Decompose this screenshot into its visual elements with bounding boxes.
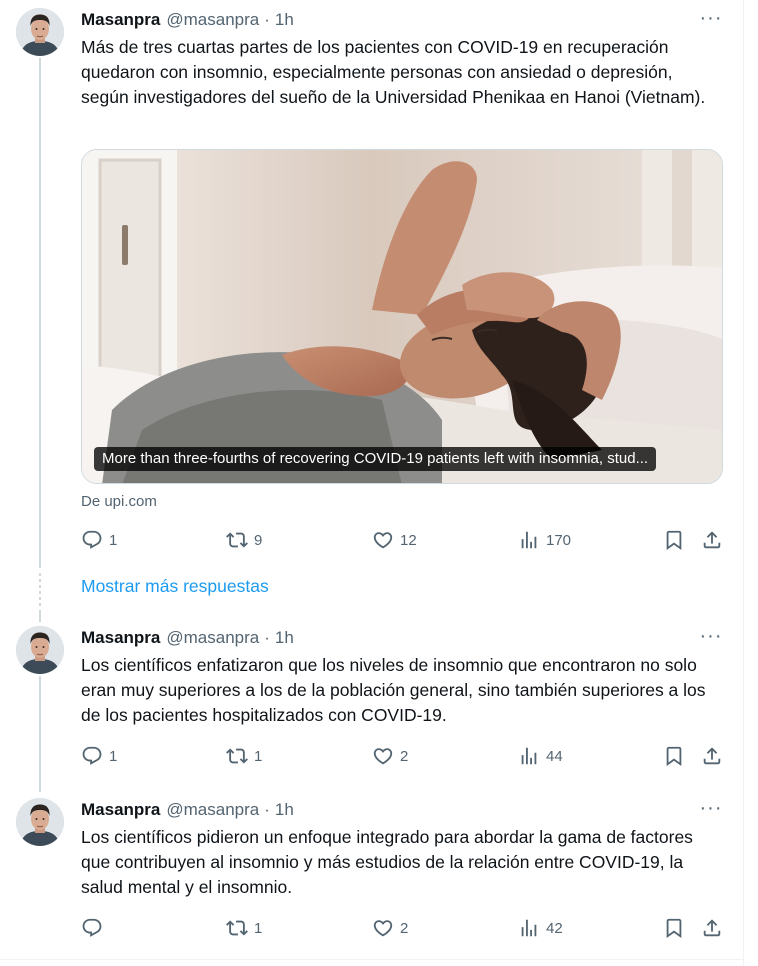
separator: ·	[264, 800, 270, 819]
more-icon[interactable]: ···	[696, 797, 726, 819]
views-button[interactable]: 170	[518, 525, 571, 555]
share-button[interactable]	[701, 525, 723, 555]
retweet-button[interactable]: 1	[226, 913, 262, 943]
share-icon	[701, 529, 723, 551]
tweet-header: Masanpra @masanpra · 1h	[81, 8, 294, 32]
like-icon	[372, 917, 394, 939]
like-count: 2	[400, 747, 409, 765]
like-icon	[372, 529, 394, 551]
retweet-button[interactable]: 1	[226, 741, 262, 771]
tweet[interactable]: Masanpra @masanpra · 1h ··· Los científi…	[0, 792, 744, 962]
views-icon	[518, 917, 540, 939]
share-button[interactable]	[701, 741, 723, 771]
tweet-header: Masanpra @masanpra · 1h	[81, 626, 294, 650]
retweet-icon	[226, 529, 248, 551]
views-icon	[518, 529, 540, 551]
author-handle[interactable]: @masanpra	[166, 10, 259, 30]
link-card[interactable]: More than three-fourths of recovering CO…	[81, 149, 723, 484]
timestamp[interactable]: 1h	[275, 10, 294, 30]
views-count: 170	[546, 531, 572, 549]
avatar[interactable]	[16, 8, 64, 56]
tweet-actions: 1 1 2 44	[81, 741, 724, 771]
reply-count: 1	[109, 747, 118, 765]
reply-button[interactable]	[81, 913, 109, 943]
like-count: 2	[400, 919, 409, 937]
tweet-text: Más de tres cuartas partes de los pacien…	[81, 37, 706, 107]
tweet[interactable]: Masanpra @masanpra · 1h ··· Más de tres …	[0, 0, 744, 570]
author-name[interactable]: Masanpra	[81, 10, 160, 30]
views-icon	[518, 745, 540, 767]
reply-icon	[81, 745, 103, 767]
author-handle[interactable]: @masanpra	[166, 800, 259, 820]
tweet-text: Los científicos enfatizaron que los nive…	[81, 655, 706, 725]
bookmark-icon	[663, 529, 685, 551]
retweet-icon	[226, 917, 248, 939]
timestamp[interactable]: 1h	[275, 800, 294, 820]
reply-button[interactable]: 1	[81, 525, 117, 555]
share-icon	[701, 917, 723, 939]
card-title[interactable]: More than three-fourths of recovering CO…	[94, 447, 657, 471]
avatar[interactable]	[16, 798, 64, 846]
bookmark-icon	[663, 917, 685, 939]
reply-count: 1	[109, 531, 118, 549]
bookmark-button[interactable]	[663, 525, 685, 555]
like-button[interactable]: 2	[372, 741, 408, 771]
like-button[interactable]: 12	[372, 525, 417, 555]
timestamp[interactable]: 1h	[275, 628, 294, 648]
views-button[interactable]: 44	[518, 741, 563, 771]
author-name[interactable]: Masanpra	[81, 800, 160, 820]
like-count: 12	[400, 531, 417, 549]
bookmark-icon	[663, 745, 685, 767]
bookmark-button[interactable]	[663, 913, 685, 943]
share-button[interactable]	[701, 913, 723, 943]
reply-button[interactable]: 1	[81, 741, 117, 771]
separator: ·	[264, 10, 270, 29]
retweet-count: 1	[254, 919, 263, 937]
bookmark-button[interactable]	[663, 741, 685, 771]
like-button[interactable]: 2	[372, 913, 408, 943]
reply-icon	[81, 529, 103, 551]
author-name[interactable]: Masanpra	[81, 628, 160, 648]
card-image	[82, 150, 722, 483]
show-more-replies-link[interactable]: Mostrar más respuestas	[81, 576, 269, 597]
more-icon[interactable]: ···	[696, 625, 726, 647]
share-icon	[701, 745, 723, 767]
retweet-icon	[226, 745, 248, 767]
separator: ·	[264, 628, 270, 647]
tweet-actions: 1 2 42	[81, 913, 724, 943]
tweet-actions: 1 9 12 170	[81, 525, 724, 555]
reply-icon	[81, 917, 103, 939]
like-icon	[372, 745, 394, 767]
retweet-count: 9	[254, 531, 263, 549]
tweet-header: Masanpra @masanpra · 1h	[81, 798, 294, 822]
retweet-button[interactable]: 9	[226, 525, 262, 555]
avatar[interactable]	[16, 626, 64, 674]
views-button[interactable]: 42	[518, 913, 563, 943]
tweet-text: Los científicos pidieron un enfoque inte…	[81, 827, 693, 897]
author-handle[interactable]: @masanpra	[166, 628, 259, 648]
tweet[interactable]: Masanpra @masanpra · 1h ··· Los científi…	[0, 620, 744, 790]
retweet-count: 1	[254, 747, 263, 765]
thread-dots	[39, 573, 41, 609]
views-count: 42	[546, 919, 563, 937]
more-icon[interactable]: ···	[696, 7, 726, 29]
card-source[interactable]: De upi.com	[81, 493, 157, 510]
views-count: 44	[546, 747, 563, 765]
